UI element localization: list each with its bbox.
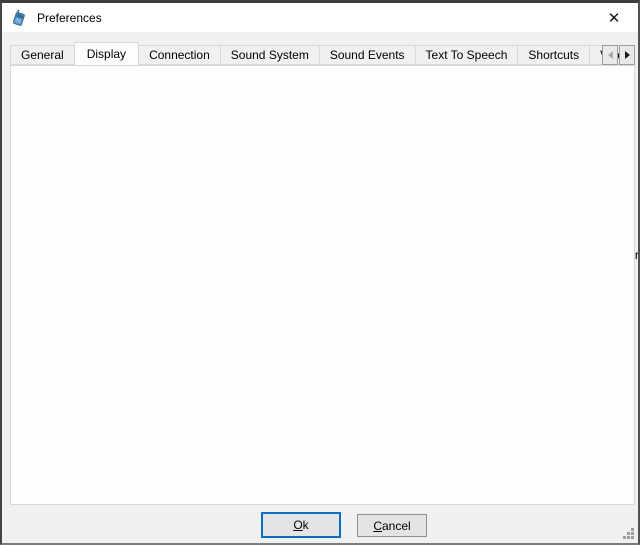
tab-page-display xyxy=(10,65,635,505)
tab-display[interactable]: Display xyxy=(74,42,139,65)
tab-sound-events[interactable]: Sound Events xyxy=(319,45,416,65)
tab-general[interactable]: General xyxy=(10,45,75,65)
tab-connection[interactable]: Connection xyxy=(138,45,221,65)
close-icon[interactable]: ✕ xyxy=(598,3,630,32)
tab-scroll-left-icon[interactable] xyxy=(602,45,618,65)
tab-scroll-buttons xyxy=(601,45,635,65)
app-icon xyxy=(11,9,28,26)
title-bar: Preferences ✕ xyxy=(2,3,638,32)
tab-scroll-right-icon[interactable] xyxy=(619,45,635,65)
tab-bar: GeneralDisplayConnectionSound SystemSoun… xyxy=(10,42,635,65)
preferences-window: Preferences ✕ GeneralDisplayConnectionSo… xyxy=(0,0,640,545)
resize-grip-icon[interactable] xyxy=(622,527,635,540)
cancel-button[interactable]: Cancel xyxy=(357,514,427,537)
tab-sound-system[interactable]: Sound System xyxy=(220,45,320,65)
tab-shortcuts[interactable]: Shortcuts xyxy=(517,45,590,65)
tab-text-to-speech[interactable]: Text To Speech xyxy=(415,45,519,65)
window-title: Preferences xyxy=(37,11,102,25)
ok-button[interactable]: Ok xyxy=(261,512,341,538)
